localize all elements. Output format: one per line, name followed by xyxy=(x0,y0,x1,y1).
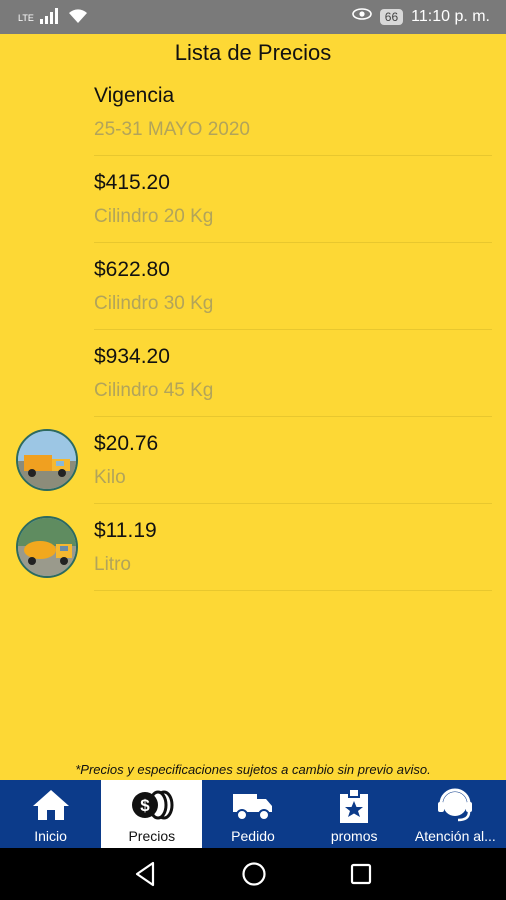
delivery-truck-icon xyxy=(202,788,303,822)
disclaimer-text: *Precios y especificaciones sujetos a ca… xyxy=(75,762,431,777)
tab-promos[interactable]: promos xyxy=(304,780,405,848)
price-row[interactable]: $415.20 Cilindro 20 Kg xyxy=(94,155,492,243)
recents-button[interactable] xyxy=(349,861,373,892)
tanker-photo-avatar xyxy=(16,516,78,578)
price-value: $415.20 xyxy=(94,171,170,194)
page-title: Lista de Precios xyxy=(174,40,332,65)
promo-badge-icon xyxy=(304,788,405,824)
price-row[interactable]: $934.20 Cilindro 45 Kg xyxy=(94,329,492,417)
price-row[interactable]: $20.76 Kilo xyxy=(94,416,492,504)
price-value: $11.19 xyxy=(94,519,157,542)
validity-row: Vigencia 25-31 MAYO 2020 xyxy=(94,68,492,156)
tab-pedido[interactable]: Pedido xyxy=(202,780,303,848)
coins-icon: $ xyxy=(101,788,202,822)
status-bar: LTE 66 11:10 p. m. xyxy=(0,0,506,34)
back-button[interactable] xyxy=(133,861,157,892)
product-name: Cilindro 45 Kg xyxy=(94,380,214,401)
tab-atencion[interactable]: Atención al... xyxy=(405,780,506,848)
truck-photo-avatar xyxy=(16,429,78,491)
price-list-screen: Lista de Precios Vigencia 25-31 MAYO 202… xyxy=(0,34,506,780)
price-value: $622.80 xyxy=(94,258,170,281)
tab-label: Pedido xyxy=(231,828,275,844)
validity-dates: 25-31 MAYO 2020 xyxy=(94,119,250,140)
tab-inicio[interactable]: Inicio xyxy=(0,780,101,848)
product-name: Cilindro 20 Kg xyxy=(94,206,214,227)
validity-label: Vigencia xyxy=(94,84,175,107)
price-value: $934.20 xyxy=(94,345,170,368)
tab-precios[interactable]: $ Precios xyxy=(101,780,203,848)
headset-support-icon xyxy=(405,788,506,824)
bottom-tab-bar: Inicio $ Precios Pedido promos Atención … xyxy=(0,780,506,848)
battery-indicator: 66 xyxy=(379,8,404,25)
home-nav-button[interactable] xyxy=(241,861,267,892)
price-value: $20.76 xyxy=(94,432,159,455)
product-name: Kilo xyxy=(94,467,126,488)
signal-icon xyxy=(40,8,60,29)
tab-label: Precios xyxy=(128,828,176,844)
price-row[interactable]: $622.80 Cilindro 30 Kg xyxy=(94,242,492,330)
eye-comfort-icon xyxy=(351,7,372,26)
status-time: 11:10 p. m. xyxy=(411,7,490,25)
product-name: Cilindro 30 Kg xyxy=(94,293,214,314)
system-navigation-bar xyxy=(0,848,506,900)
tab-label: Atención al... xyxy=(414,828,496,844)
product-name: Litro xyxy=(94,554,131,575)
tab-label: promos xyxy=(330,828,378,844)
lte-label: LTE xyxy=(18,13,34,23)
price-row[interactable]: $11.19 Litro xyxy=(94,503,492,591)
wifi-icon xyxy=(68,8,88,29)
tab-label: Inicio xyxy=(34,828,67,844)
svg-text:$: $ xyxy=(140,796,150,815)
home-icon xyxy=(0,788,101,822)
